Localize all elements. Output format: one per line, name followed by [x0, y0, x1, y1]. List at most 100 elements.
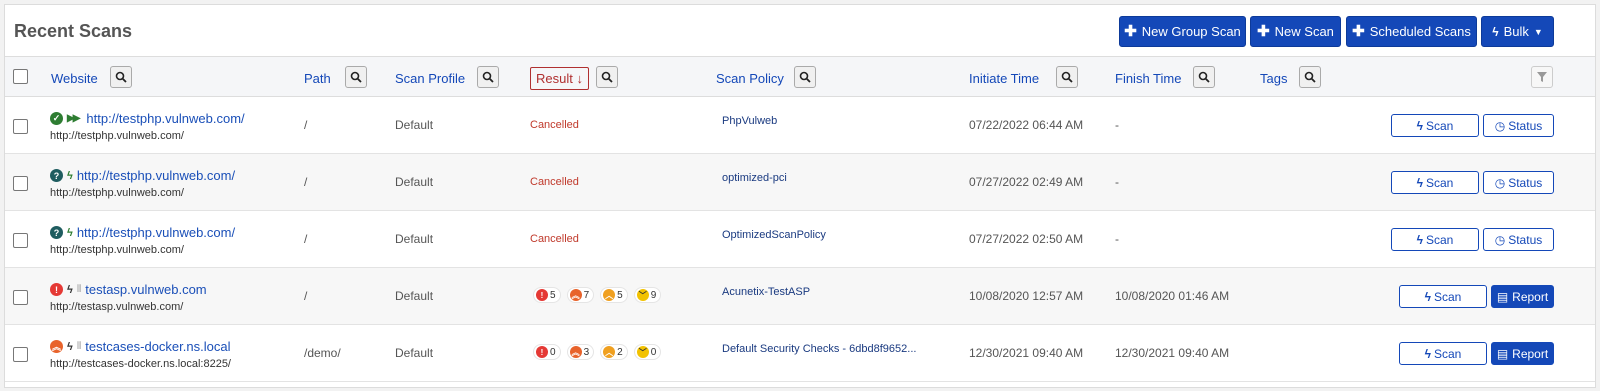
sort-down-arrow-icon: ↓	[576, 71, 583, 86]
result-cell: Cancelled	[530, 119, 579, 131]
check-circle-icon: ✓	[50, 112, 63, 125]
website-link[interactable]: testasp.vulnweb.com	[85, 282, 206, 297]
scan-policy-cell[interactable]: optimized-pci	[722, 172, 787, 184]
row-checkbox[interactable]	[13, 176, 28, 191]
website-cell: ! ϟ ⦀ testasp.vulnweb.com	[50, 282, 207, 297]
column-result-sorted[interactable]: Result ↓	[530, 67, 589, 90]
search-icon	[601, 71, 613, 83]
chevron-up-circle-icon: ︽	[50, 340, 63, 353]
website-link[interactable]: http://testphp.vulnweb.com/	[86, 111, 244, 126]
select-all-checkbox[interactable]	[13, 69, 28, 84]
column-path[interactable]: Path	[304, 71, 331, 86]
scan-policy-cell[interactable]: Default Security Checks - 6dbd8f9652...	[722, 343, 916, 355]
scan-button[interactable]: ϟ Scan	[1391, 228, 1479, 251]
scan-policy-cell[interactable]: OptimizedScanPolicy	[722, 229, 826, 241]
bolt-icon: ϟ	[67, 169, 73, 182]
scan-profile-search-button[interactable]	[477, 66, 499, 88]
status-button[interactable]: ◷ Status	[1483, 114, 1554, 137]
search-icon	[799, 71, 811, 83]
website-cell: ? ϟ http://testphp.vulnweb.com/	[50, 168, 235, 183]
chevron-up-icon: ︿	[603, 346, 616, 358]
fast-forward-icon: ▶▶	[67, 113, 80, 124]
recent-scans-panel: Recent Scans ✚ New Group Scan ✚ New Scan…	[4, 4, 1596, 388]
row-checkbox[interactable]	[13, 347, 28, 362]
bolt-icon: ϟ	[1424, 289, 1431, 304]
low-count: ﹀ 9	[633, 287, 662, 303]
new-scan-button[interactable]: ✚ New Scan	[1250, 16, 1341, 47]
initiate-time-cell: 07/22/2022 06:44 AM	[969, 118, 1084, 132]
exclamation-circle-icon: !	[50, 283, 63, 296]
scan-profile-cell: Default	[395, 232, 434, 246]
finish-time-cell: -	[1115, 175, 1119, 189]
scan-button[interactable]: ϟ Scan	[1391, 171, 1479, 194]
search-icon	[115, 71, 127, 83]
column-website[interactable]: Website	[51, 71, 98, 86]
scan-policy-cell[interactable]: PhpVulweb	[722, 115, 777, 127]
search-icon	[1061, 71, 1073, 83]
finish-time-cell: -	[1115, 232, 1119, 246]
scan-profile-cell: Default	[395, 118, 434, 132]
clock-icon: ◷	[1494, 175, 1506, 190]
column-scan-policy[interactable]: Scan Policy	[716, 71, 784, 86]
row-checkbox[interactable]	[13, 290, 28, 305]
column-scan-profile[interactable]: Scan Profile	[395, 71, 465, 86]
fingerprint-icon: ⦀	[76, 284, 82, 295]
path-search-button[interactable]	[345, 66, 367, 88]
column-finish-time[interactable]: Finish Time	[1115, 71, 1181, 86]
double-chevron-up-icon: ︽	[569, 289, 582, 301]
finish-time-search-button[interactable]	[1193, 66, 1215, 88]
scan-policy-search-button[interactable]	[794, 66, 816, 88]
report-button[interactable]: ▤ Report	[1491, 342, 1554, 365]
bolt-icon: ϟ	[67, 340, 73, 353]
scan-button[interactable]: ϟ Scan	[1399, 342, 1487, 365]
search-icon	[482, 71, 494, 83]
chevron-up-icon: ︿	[603, 289, 616, 301]
scan-button[interactable]: ϟ Scan	[1391, 114, 1479, 137]
website-subtitle: http://testasp.vulnweb.com/	[50, 301, 184, 313]
website-cell: ︽ ϟ ⦀ testcases-docker.ns.local	[50, 339, 230, 354]
tags-search-button[interactable]	[1299, 66, 1321, 88]
panel-header: Recent Scans ✚ New Group Scan ✚ New Scan…	[5, 5, 1595, 57]
chevron-down-icon: ﹀	[636, 346, 649, 358]
website-link[interactable]: http://testphp.vulnweb.com/	[77, 168, 235, 183]
critical-count: ! 5	[533, 287, 561, 303]
bolt-icon: ϟ	[1416, 118, 1423, 133]
website-subtitle: http://testphp.vulnweb.com/	[50, 244, 184, 256]
result-search-button[interactable]	[596, 66, 618, 88]
report-button[interactable]: ▤ Report	[1491, 285, 1554, 308]
scheduled-scans-button[interactable]: ✚ Scheduled Scans	[1346, 16, 1477, 47]
row-checkbox[interactable]	[13, 119, 28, 134]
filter-icon	[1537, 72, 1547, 82]
status-button[interactable]: ◷ Status	[1483, 228, 1554, 251]
exclamation-icon: !	[536, 289, 548, 301]
table-row: ✓ ▶▶ http://testphp.vulnweb.com/ http://…	[5, 97, 1595, 154]
scan-button[interactable]: ϟ Scan	[1399, 285, 1487, 308]
status-button[interactable]: ◷ Status	[1483, 171, 1554, 194]
new-group-scan-button[interactable]: ✚ New Group Scan	[1119, 16, 1246, 47]
website-link[interactable]: testcases-docker.ns.local	[85, 339, 230, 354]
column-tags[interactable]: Tags	[1260, 71, 1287, 86]
bolt-icon: ϟ	[1416, 232, 1423, 247]
plus-icon: ✚	[1124, 23, 1137, 40]
exclamation-icon: !	[536, 346, 548, 358]
table-row: ? ϟ http://testphp.vulnweb.com/ http://t…	[5, 154, 1595, 211]
high-count: ︽ 3	[566, 344, 595, 360]
scan-policy-cell[interactable]: Acunetix-TestASP	[722, 286, 810, 298]
critical-count: ! 0	[533, 344, 561, 360]
filter-button[interactable]	[1531, 66, 1553, 88]
severity-counts: ! 5 ︽ 7 ︿ 5 ﹀ 9	[533, 287, 667, 303]
medium-count: ︿ 2	[600, 344, 628, 360]
bolt-icon: ϟ	[1492, 24, 1499, 39]
document-icon: ▤	[1496, 289, 1509, 304]
plus-icon: ✚	[1352, 23, 1365, 40]
website-subtitle: http://testphp.vulnweb.com/	[50, 130, 184, 142]
website-search-button[interactable]	[110, 66, 132, 88]
result-cell: Cancelled	[530, 176, 579, 188]
medium-count: ︿ 5	[600, 287, 628, 303]
column-initiate-time[interactable]: Initiate Time	[969, 71, 1039, 86]
website-link[interactable]: http://testphp.vulnweb.com/	[77, 225, 235, 240]
website-subtitle: http://testphp.vulnweb.com/	[50, 187, 184, 199]
initiate-time-search-button[interactable]	[1056, 66, 1078, 88]
row-checkbox[interactable]	[13, 233, 28, 248]
bulk-dropdown-button[interactable]: ϟ Bulk ▼	[1481, 16, 1554, 47]
